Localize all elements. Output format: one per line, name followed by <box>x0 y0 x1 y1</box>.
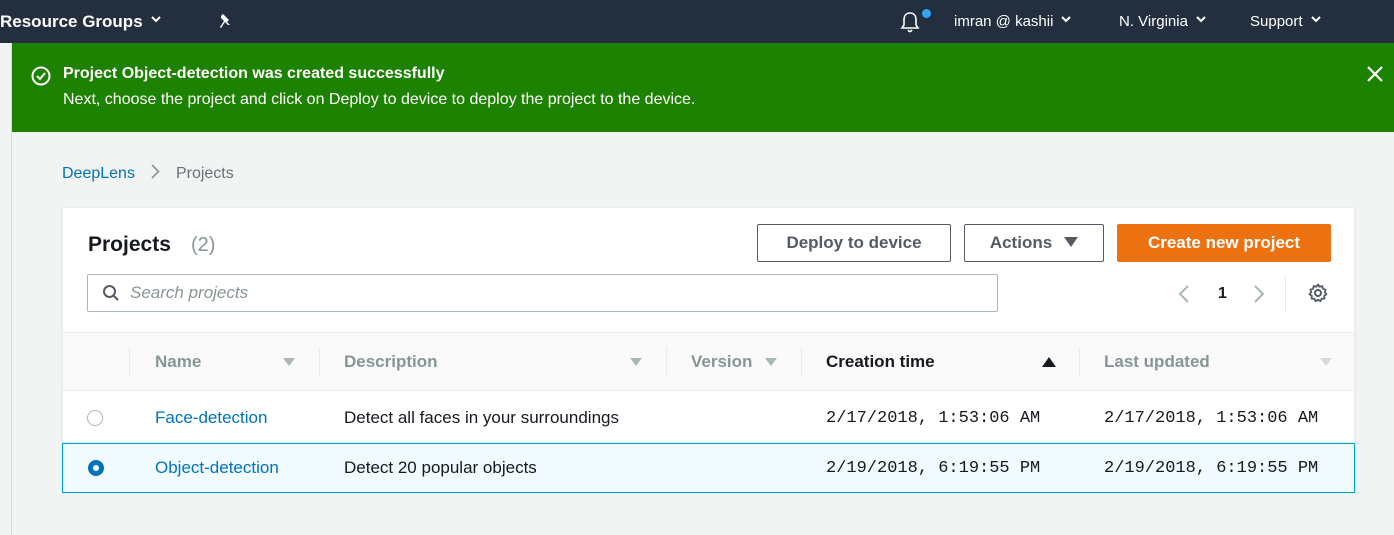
search-input[interactable] <box>130 283 970 303</box>
column-label: Last updated <box>1104 352 1210 371</box>
column-header-last-updated[interactable]: Last updated <box>1104 333 1344 391</box>
pager-divider <box>1285 276 1286 312</box>
sort-down-icon <box>630 352 642 372</box>
table-row[interactable]: Face-detection Detect all faces in your … <box>63 393 1354 443</box>
resource-groups-menu[interactable]: Resource Groups <box>0 0 161 43</box>
column-divider <box>666 347 667 377</box>
search-box <box>87 274 998 312</box>
chevron-down-icon <box>150 16 161 25</box>
project-description: Detect 20 popular objects <box>344 458 537 477</box>
project-name-link[interactable]: Object-detection <box>155 444 279 492</box>
column-header-version[interactable]: Version <box>691 333 801 391</box>
top-nav: Resource Groups imran @ kashii N. Virgin… <box>0 0 1394 43</box>
create-new-project-button[interactable]: Create new project <box>1117 224 1331 262</box>
row-radio[interactable] <box>88 444 104 492</box>
project-name-link[interactable]: Face-detection <box>155 393 267 443</box>
notification-badge <box>922 9 931 18</box>
next-page-icon[interactable] <box>1253 284 1265 309</box>
actions-label: Actions <box>989 233 1053 252</box>
flash-title: Project Object-detection was created suc… <box>63 65 445 82</box>
pin-icon[interactable] <box>218 0 234 43</box>
table-row-selected[interactable]: Object-detection Detect 20 popular objec… <box>62 443 1355 493</box>
chevron-down-icon <box>1196 16 1206 25</box>
deploy-to-device-button[interactable]: Deploy to device <box>757 224 951 262</box>
column-divider <box>319 347 320 377</box>
column-header-description[interactable]: Description <box>344 333 644 391</box>
project-description: Detect all faces in your surroundings <box>344 408 619 427</box>
column-label: Description <box>344 352 438 371</box>
search-icon <box>102 284 120 302</box>
column-divider <box>129 347 130 377</box>
actions-dropdown-button[interactable]: Actions <box>964 224 1104 262</box>
user-menu[interactable]: imran @ kashii <box>954 0 1072 43</box>
project-creation-time: 2/19/2018, 6:19:55 PM <box>826 458 1041 478</box>
region-menu[interactable]: N. Virginia <box>1119 0 1206 43</box>
flash-message: Next, choose the project and click on De… <box>63 91 696 108</box>
breadcrumb-projects: Projects <box>175 165 234 182</box>
user-label: imran @ kashii <box>954 13 1054 30</box>
column-divider <box>801 347 802 377</box>
sort-down-icon <box>1320 352 1332 372</box>
column-label: Creation time <box>826 352 935 371</box>
project-last-updated: 2/17/2018, 1:53:06 AM <box>1104 408 1319 428</box>
chevron-down-icon <box>1061 16 1072 25</box>
region-label: N. Virginia <box>1119 13 1188 30</box>
column-divider <box>1079 347 1080 377</box>
project-last-updated: 2/19/2018, 6:19:55 PM <box>1104 458 1319 478</box>
support-menu[interactable]: Support <box>1250 0 1321 43</box>
panel-title: Projects <box>88 233 171 256</box>
chevron-right-icon <box>151 164 160 184</box>
sort-up-icon <box>1042 352 1056 372</box>
success-flashbar: Project Object-detection was created suc… <box>12 43 1394 132</box>
project-creation-time: 2/17/2018, 1:53:06 AM <box>826 408 1041 428</box>
caret-down-icon <box>1064 233 1079 253</box>
notifications-bell-icon[interactable] <box>899 0 931 43</box>
sort-down-icon <box>283 352 295 372</box>
gear-icon[interactable] <box>1308 283 1328 308</box>
previous-page-icon[interactable] <box>1178 284 1190 309</box>
row-radio[interactable] <box>87 393 103 443</box>
close-icon[interactable] <box>1366 65 1384 88</box>
side-nav-edge <box>0 132 12 535</box>
current-page[interactable]: 1 <box>1218 285 1227 303</box>
column-label: Version <box>691 352 753 371</box>
check-circle-icon <box>31 66 51 91</box>
projects-panel: Projects (2) Deploy to device Actions Cr… <box>62 207 1355 493</box>
radio-button[interactable] <box>87 410 103 426</box>
column-header-name[interactable]: Name <box>155 333 295 391</box>
side-nav-edge <box>0 43 12 132</box>
breadcrumb-deeplens[interactable]: DeepLens <box>62 165 135 183</box>
sort-down-icon <box>765 352 777 372</box>
column-label: Name <box>155 352 202 371</box>
project-count: (2) <box>191 234 216 256</box>
resource-groups-label: Resource Groups <box>0 11 143 31</box>
chevron-down-icon <box>1310 16 1321 25</box>
radio-button-selected[interactable] <box>88 460 104 476</box>
column-header-creation-time[interactable]: Creation time <box>826 333 1076 391</box>
table-header: Name Description Version Creation time L… <box>63 332 1354 391</box>
support-label: Support <box>1250 13 1303 30</box>
breadcrumb: DeepLens Projects <box>62 164 234 184</box>
